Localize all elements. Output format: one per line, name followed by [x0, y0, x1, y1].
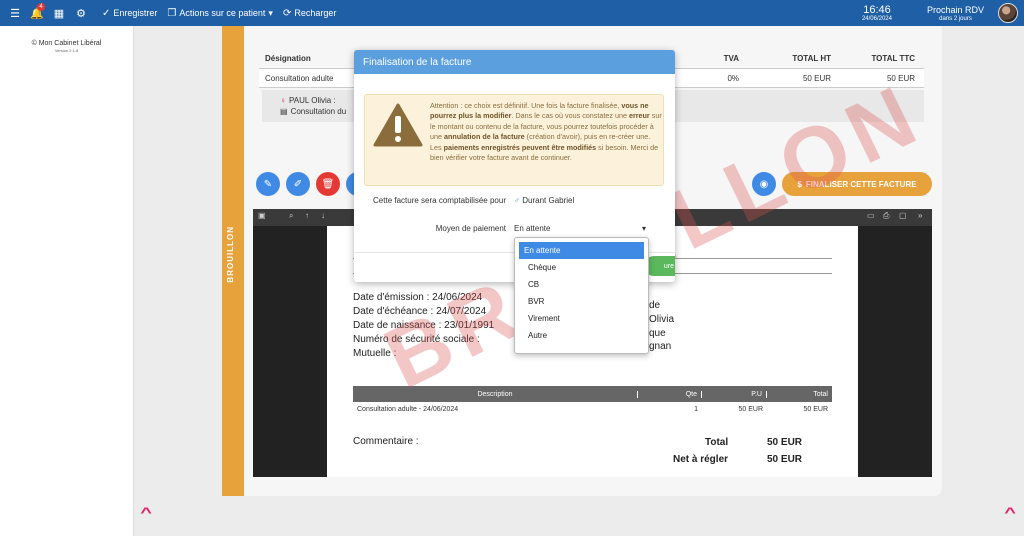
presentation-icon[interactable]: ▭	[867, 211, 875, 220]
pdf-net-value: 50 EUR	[767, 454, 803, 465]
warning-b2: erreur	[628, 111, 650, 121]
clock-date: 24/06/2024	[861, 16, 892, 22]
pdf-row-description: Consultation adulte - 24/06/2024	[357, 406, 459, 413]
brand-version: Version 2.1.8	[54, 48, 79, 53]
edit-box-icon: ✐	[293, 178, 303, 190]
sidebar: © Mon Cabinet Libéral Version 2.1.8	[0, 26, 134, 536]
caret-down-icon: ▾	[268, 7, 273, 18]
accounting-label: Cette facture sera comptabilisée pour	[373, 196, 506, 205]
option-cheque[interactable]: Chèque	[519, 259, 644, 276]
payment-select[interactable]: En attente ▾	[514, 224, 646, 236]
window-icon: ❐	[167, 7, 177, 19]
warning-text: Attention : ce choix est définitif. Une …	[430, 101, 662, 163]
detail-item: ▤ Consultation du	[280, 107, 346, 116]
warning-icon	[373, 103, 423, 147]
patient-actions-label: Actions sur ce patient	[179, 8, 266, 18]
pdf-col-description: Description	[353, 390, 638, 398]
pdf-right-4: gnan	[649, 341, 672, 352]
search-icon[interactable]: ⌕	[289, 211, 293, 221]
pdf-row-qte: 1	[694, 406, 698, 413]
detail-item-text: Consultation du	[290, 107, 347, 116]
pdf-right-3: que	[649, 328, 666, 339]
chevron-up-icon[interactable]: ^	[140, 504, 151, 520]
status-label: BROUILLON	[226, 226, 235, 283]
trash-icon: 🗑	[321, 178, 335, 190]
list-icon[interactable]: ☰	[4, 0, 26, 26]
top-bar: ☰ 🔔 4 ▦ ⚙ ✓ Enregistrer ❐ Actions sur ce …	[0, 0, 1024, 26]
detail-patient-text: PAUL Olivia :	[289, 96, 336, 105]
header-total-ttc: TOTAL TTC	[871, 53, 915, 63]
chevron-up-icon-right[interactable]: ^	[1004, 504, 1015, 520]
modal-title: Finalisation de la facture	[354, 50, 675, 74]
user-settings-icon[interactable]: ⚙	[70, 0, 92, 26]
arrow-up-icon[interactable]: ↑	[305, 211, 309, 220]
pdf-total-label: Total	[705, 437, 729, 448]
warning-b4: paiements enregistrés peuvent être modif…	[443, 142, 597, 152]
detail-patient: ♀ PAUL Olivia :	[280, 96, 336, 105]
option-virement[interactable]: Virement	[519, 310, 644, 327]
edit-external-button[interactable]: ✐	[286, 172, 310, 196]
warning-b3: annulation de la facture	[444, 132, 525, 142]
pdf-col-total: Total	[813, 390, 828, 398]
brand: © Mon Cabinet Libéral Version 2.1.8	[0, 40, 133, 53]
person-icon: ♀	[280, 96, 286, 105]
pdf-row-total: 50 EUR	[803, 406, 828, 413]
clock: 16:46 24/06/2024	[857, 4, 897, 22]
pdf-net-label: Net à régler	[673, 454, 729, 465]
pdf-right-1: de	[649, 300, 661, 311]
payment-select-value: En attente	[514, 224, 551, 233]
warning-box: Attention : ce choix est définitif. Une …	[364, 94, 664, 186]
delete-button[interactable]: 🗑	[316, 172, 340, 196]
pdf-col-pu: P.U	[702, 390, 767, 398]
document-icon: ▤	[280, 107, 288, 116]
print-icon[interactable]: ⎙	[883, 211, 889, 221]
save-label: Enregistrer	[113, 8, 158, 18]
arrow-down-icon[interactable]: ↓	[321, 211, 325, 220]
next-rdv-label: Prochain RDV	[926, 4, 984, 15]
pdf-row-pu: 50 EUR	[738, 406, 763, 413]
pencil-icon: ✎	[263, 178, 273, 190]
accounting-value: ♂ Durant Gabriel	[514, 196, 574, 205]
payment-options-dropdown: En attente Chèque CB BVR Virement Autre	[514, 237, 649, 354]
pdf-commentaire: Commentaire :	[353, 436, 419, 447]
pdf-grid-row: Consultation adulte - 24/06/2024 1 50 EU…	[353, 406, 832, 413]
option-en-attente[interactable]: En attente	[519, 242, 644, 259]
calendar-icon[interactable]: ▦	[48, 0, 70, 26]
brand-name: © Mon Cabinet Libéral	[31, 40, 102, 47]
reload-button[interactable]: ⟳ Recharger	[283, 8, 336, 19]
option-autre[interactable]: Autre	[519, 327, 644, 344]
accounting-name: Durant Gabriel	[522, 196, 575, 205]
sidebar-toggle-icon[interactable]: ▣	[258, 211, 266, 220]
pdf-right-2: Olivia	[649, 314, 675, 325]
more-tools-icon[interactable]: »	[918, 211, 922, 220]
option-cb[interactable]: CB	[519, 276, 644, 293]
cell-total-ht: 50 EUR	[802, 73, 831, 83]
edit-button[interactable]: ✎	[256, 172, 280, 196]
next-appointment[interactable]: Prochain RDV dans 2 jours	[927, 5, 984, 22]
reload-label: Recharger	[294, 8, 337, 18]
pdf-total-value: 50 EUR	[767, 437, 803, 448]
warning-p1: Attention : ce choix est définitif. Une …	[430, 101, 622, 110]
notification-badge: 4	[37, 3, 45, 11]
payment-label: Moyen de paiement	[435, 224, 506, 233]
warning-p2: . Dans le cas où vous constatez une	[511, 111, 629, 121]
next-rdv-value: dans 2 jours	[939, 15, 972, 22]
avatar[interactable]	[998, 3, 1018, 23]
header-total-ht: TOTAL HT	[792, 53, 831, 63]
chevron-down-icon: ▾	[641, 224, 646, 233]
option-bvr[interactable]: BVR	[519, 293, 644, 310]
bell-icon[interactable]: 🔔 4	[26, 0, 48, 26]
patient-actions-button[interactable]: ❐ Actions sur ce patient ▾	[167, 8, 273, 19]
folder-icon[interactable]: ▢	[899, 211, 907, 220]
pdf-col-qte: Qte	[638, 390, 702, 398]
check-icon: ✓	[102, 7, 111, 19]
status-strip: BROUILLON	[222, 26, 244, 496]
refresh-icon: ⟳	[282, 7, 292, 19]
clock-time: 16:46	[863, 4, 891, 16]
save-button[interactable]: ✓ Enregistrer	[102, 8, 157, 19]
person-icon: ♂	[514, 196, 520, 205]
